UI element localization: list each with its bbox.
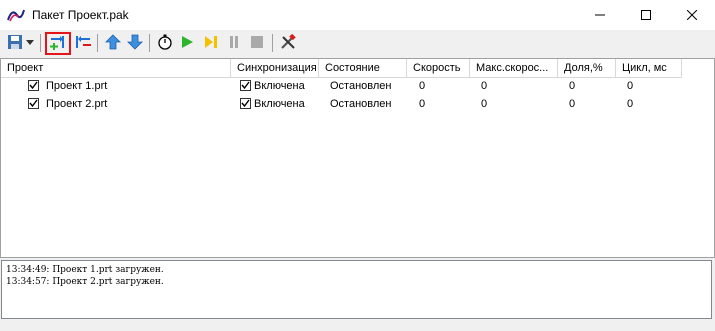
remove-project-button[interactable] <box>72 32 94 54</box>
stopwatch-icon <box>157 34 173 53</box>
add-project-icon <box>49 33 67 54</box>
state-value: Остановлен <box>330 80 392 92</box>
max-speed-value: 0 <box>481 80 488 92</box>
move-up-icon <box>105 33 121 53</box>
timer-button[interactable] <box>154 32 176 54</box>
column-header-speed[interactable]: Скорость <box>407 59 470 78</box>
project-name: Проект 2.prt <box>46 98 108 110</box>
move-down-button[interactable] <box>124 32 146 54</box>
step-icon <box>204 35 218 52</box>
toolbar-separator <box>40 34 41 52</box>
app-logo-icon <box>6 6 26 24</box>
title-bar: Пакет Проект.pak <box>0 0 715 30</box>
share-value: 0 <box>569 80 576 92</box>
table-row[interactable]: Проект 2.prt Включена Остановлен 0 0 0 0 <box>1 97 681 112</box>
window-title: Пакет Проект.pak <box>32 8 129 22</box>
play-icon <box>180 35 194 52</box>
project-checkbox[interactable] <box>28 80 39 91</box>
project-table: Проект Синхронизация Состояние Скорость … <box>0 58 715 258</box>
save-button[interactable] <box>4 32 26 54</box>
maximize-button[interactable] <box>623 0 669 30</box>
log-line: 13:34:57: Проект 2.prt загружен. <box>6 277 164 287</box>
close-button[interactable] <box>669 0 715 30</box>
sync-checkbox[interactable] <box>240 80 251 91</box>
speed-value: 0 <box>419 98 426 110</box>
log-line: 13:34:49: Проект 1.prt загружен. <box>6 265 164 275</box>
move-down-icon <box>127 34 143 53</box>
column-header-share[interactable]: Доля,% <box>558 59 616 78</box>
save-dropdown-button[interactable] <box>24 32 36 54</box>
sync-label: Включена <box>254 98 305 110</box>
speed-value: 0 <box>419 80 426 92</box>
sync-label: Включена <box>254 80 305 92</box>
toolbar-separator <box>97 34 98 52</box>
settings-button[interactable] <box>277 32 299 54</box>
toolbar <box>0 30 715 56</box>
state-value: Остановлен <box>330 98 392 110</box>
pause-icon <box>227 35 241 52</box>
remove-project-icon <box>74 33 92 54</box>
project-checkbox[interactable] <box>28 98 39 109</box>
step-button[interactable] <box>200 32 222 54</box>
dropdown-arrow-icon <box>26 37 34 49</box>
cycle-value: 0 <box>627 98 634 110</box>
move-up-button[interactable] <box>102 32 124 54</box>
stop-icon <box>250 35 264 52</box>
log-panel[interactable]: 13:34:49: Проект 1.prt загружен. 13:34:5… <box>1 260 712 319</box>
max-speed-value: 0 <box>481 98 488 110</box>
table-row[interactable]: Проект 1.prt Включена Остановлен 0 0 0 0 <box>1 79 681 94</box>
minimize-button[interactable] <box>577 0 623 30</box>
stop-button[interactable] <box>246 32 268 54</box>
column-header-sync[interactable]: Синхронизация <box>231 59 319 78</box>
column-header-cycle[interactable]: Цикл, мс <box>616 59 682 78</box>
share-value: 0 <box>569 98 576 110</box>
column-header-state[interactable]: Состояние <box>319 59 407 78</box>
status-bar <box>0 321 715 331</box>
pause-button[interactable] <box>223 32 245 54</box>
sync-checkbox[interactable] <box>240 98 251 109</box>
project-name: Проект 1.prt <box>46 80 108 92</box>
save-icon <box>7 34 23 53</box>
column-header-project[interactable]: Проект <box>1 59 231 78</box>
toolbar-separator <box>149 34 150 52</box>
add-project-button[interactable] <box>45 32 71 55</box>
cycle-value: 0 <box>627 80 634 92</box>
play-button[interactable] <box>176 32 198 54</box>
toolbar-separator <box>272 34 273 52</box>
tools-icon <box>280 33 296 53</box>
column-header-max-speed[interactable]: Макс.скорос... <box>470 59 558 78</box>
